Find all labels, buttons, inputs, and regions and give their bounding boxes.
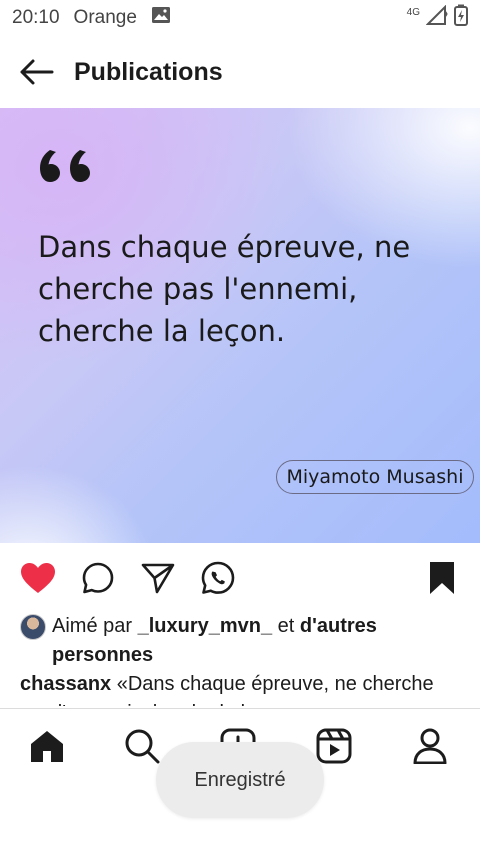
status-bar: 20:10 Orange 4G [0, 0, 480, 36]
author-label: Miyamoto Musashi [276, 460, 474, 494]
reels-icon [316, 728, 352, 764]
status-carrier: Orange [73, 7, 137, 28]
likes-prefix: Aimé par [52, 615, 133, 637]
whatsapp-icon [201, 561, 235, 594]
comment-button[interactable] [78, 556, 118, 600]
status-time: 20:10 [12, 7, 60, 28]
home-icon [31, 731, 63, 762]
quote-line: Dans chaque épreuve, ne [38, 230, 411, 264]
send-icon [141, 563, 175, 594]
arrow-left-icon [20, 59, 54, 85]
likes-connector: et [277, 615, 295, 637]
heart-icon [21, 563, 55, 593]
caption-username[interactable]: chassanx [20, 673, 111, 695]
search-icon [125, 729, 160, 764]
likes-summary[interactable]: Aimé par _luxury_mvn_ et d'autres person… [20, 612, 460, 670]
status-icons: 4G [407, 4, 468, 32]
back-button[interactable] [14, 50, 58, 94]
save-button[interactable] [422, 556, 462, 600]
nav-profile[interactable] [408, 724, 452, 768]
quote-line: cherche pas l'ennemi, [38, 272, 358, 306]
share-button[interactable] [138, 556, 178, 600]
nav-home[interactable] [25, 724, 69, 768]
post-image[interactable]: Dans chaque épreuve, ne cherche pas l'en… [0, 108, 480, 543]
signal-icon [425, 4, 448, 31]
whatsapp-button[interactable] [198, 556, 238, 600]
comment-icon [82, 562, 114, 594]
liker-username[interactable]: _luxury_mvn_ [138, 615, 273, 637]
nav-divider [0, 708, 480, 709]
image-icon [151, 6, 171, 30]
nav-search[interactable] [120, 724, 164, 768]
profile-icon [413, 728, 447, 764]
post-action-bar [0, 556, 480, 600]
quote-line: cherche la leçon. [38, 314, 286, 348]
like-button[interactable] [18, 556, 58, 600]
quote-text: Dans chaque épreuve, ne cherche pas l'en… [38, 226, 458, 352]
network-label: 4G [406, 6, 420, 18]
post-caption[interactable]: chassanx «Dans chaque épreuve, ne cherch… [20, 670, 460, 706]
bookmark-icon [430, 562, 454, 594]
page-title: Publications [74, 57, 223, 86]
battery-charging-icon [454, 4, 468, 32]
page-header: Publications [0, 40, 480, 104]
saved-toast: Enregistré [156, 742, 324, 818]
avatar[interactable] [20, 614, 46, 640]
quote-mark-icon [38, 146, 96, 195]
